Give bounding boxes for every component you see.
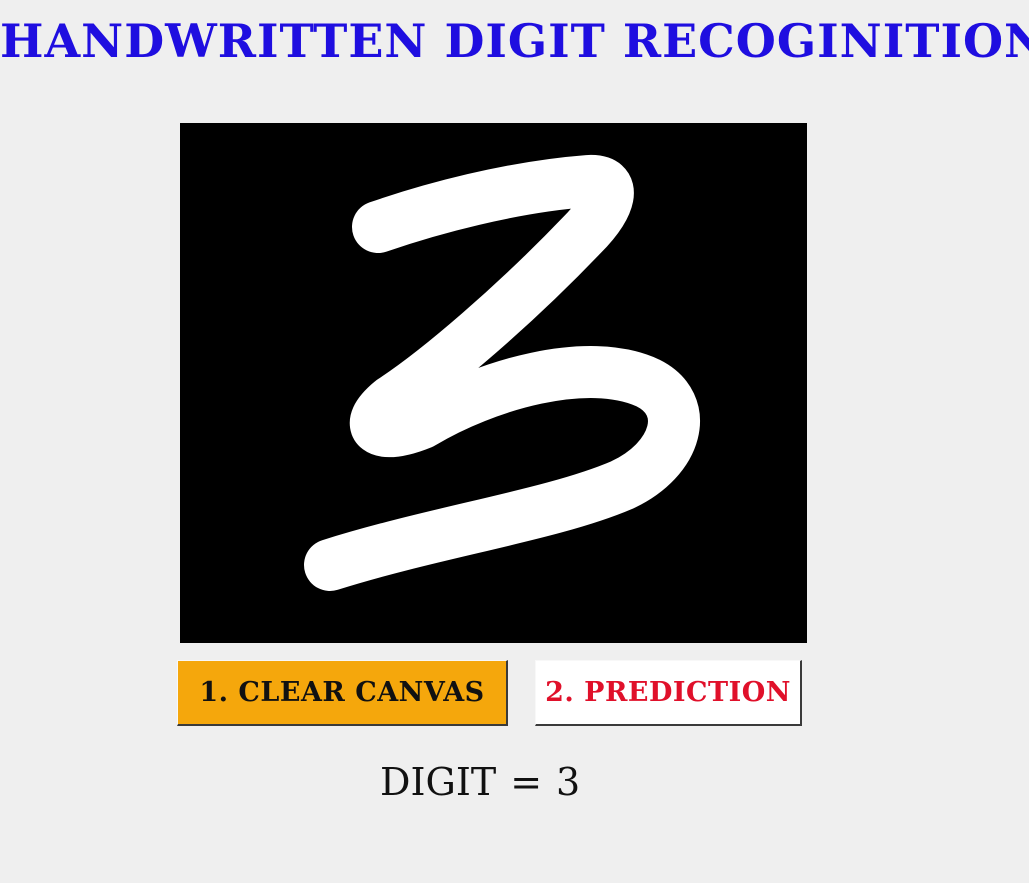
prediction-button[interactable]: 2. PREDICTION [535, 660, 802, 726]
result-separator: = [510, 760, 543, 804]
drawing-canvas[interactable] [180, 123, 807, 643]
result-value: 3 [556, 760, 581, 804]
app-title: HANDWRITTEN DIGIT RECOGINITION [0, 14, 1029, 68]
clear-canvas-button[interactable]: 1. CLEAR CANVAS [177, 660, 508, 726]
prediction-result: DIGIT = 3 [380, 756, 600, 808]
handwritten-digit-stroke [304, 155, 700, 591]
result-label: DIGIT [380, 760, 497, 804]
